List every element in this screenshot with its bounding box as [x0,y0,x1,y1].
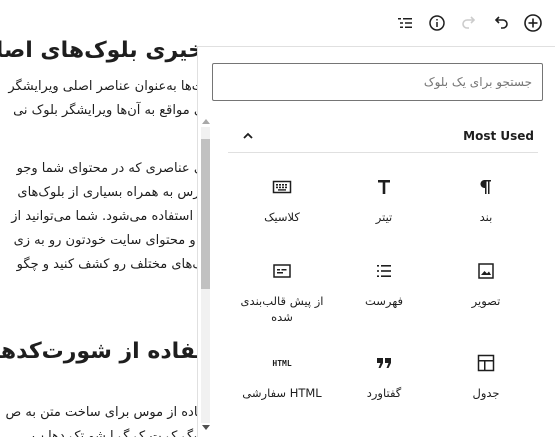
table-icon [474,351,498,375]
undo-icon [494,16,508,29]
block-heading[interactable]: تیتر [333,165,435,249]
undo-button[interactable] [485,7,517,39]
content-line: ی مواقع به آن‌ها ویرایشگر بلوک نی [13,103,204,118]
collapse-section-button[interactable] [238,126,258,146]
block-search-input[interactable] [213,64,542,100]
content-line: ت‌ها به‌عنوان عناصر اصلی ویرایشگر [8,79,204,94]
heading-icon [372,175,396,199]
paragraph-icon [474,175,498,199]
block-label: گفتاورد [366,386,402,400]
block-custom-html[interactable]: HTML HTML سفارشی [231,341,333,417]
divider [228,152,538,153]
list-view-icon [398,18,412,28]
add-block-button[interactable] [517,7,549,39]
editor-content: خیری بلوک‌های اصلی ت‌ها به‌عنوان عناصر ا… [0,0,210,437]
block-quote[interactable]: گفتاورد [333,341,435,417]
redo-button[interactable] [453,7,485,39]
content-line: ، و محتوای سایت خودتون رو به زی [13,233,204,248]
block-table[interactable]: جدول [435,341,537,417]
info-icon [429,15,445,31]
block-image[interactable]: تصویر [435,249,537,333]
block-grid: بند تیتر [231,165,537,417]
content-line: ه استفاده می‌شود. شما می‌توانید از [11,209,204,224]
content-line: شگ ک ت ک گ ا شو تک دها ب [31,429,204,437]
list-icon [372,259,396,283]
content-heading: خیری بلوک‌های اصلی [0,38,204,63]
classic-keyboard-icon [270,175,294,199]
scroll-up-arrow[interactable] [202,119,210,124]
content-line: پرس به همراه بسیاری از بلوک‌های [17,185,204,200]
chevron-up-icon [243,132,253,139]
block-label: HTML سفارشی [242,386,322,400]
list-view-button[interactable] [389,7,421,39]
content-line: ک‌های مختلف رو کشف کنید و چگو [16,257,204,272]
block-label: بند [479,210,493,224]
search-box [212,63,543,101]
redo-icon [462,16,476,29]
html-icon: HTML [270,351,294,375]
block-paragraph[interactable]: بند [435,165,537,249]
content-heading: تفاده از شورت‌کدهای [0,339,204,364]
block-label: فهرست [364,294,404,308]
block-preformatted[interactable]: از پیش قالب‌بندی شده [231,249,333,333]
most-used-header: Most Used [228,119,538,153]
preformatted-icon [270,259,294,283]
scroll-down-arrow[interactable] [202,425,210,430]
block-classic[interactable]: کلاسیک [231,165,333,249]
block-label: کلاسیک [264,210,300,224]
block-inserter-panel: Most Used بند تیتر [197,46,555,437]
block-label: جدول [472,386,500,400]
html-icon-text: HTML [272,358,292,368]
info-button[interactable] [421,7,453,39]
block-list[interactable]: فهرست [333,249,435,333]
block-label: تصویر [471,294,501,308]
image-icon [474,259,498,283]
scrollbar[interactable] [198,117,212,437]
section-title: Most Used [463,129,534,143]
quote-icon [372,351,396,375]
scroll-thumb[interactable] [201,139,210,289]
editor-toolbar [210,0,555,46]
content-line: فاده از موس برای ساخت متن به ص [5,405,204,420]
block-label: تیتر [375,210,393,224]
block-label: از پیش قالب‌بندی شده [240,294,324,324]
add-block-icon [524,14,542,32]
content-line: ی عناصری که در محتوای شما وجو [16,161,204,176]
